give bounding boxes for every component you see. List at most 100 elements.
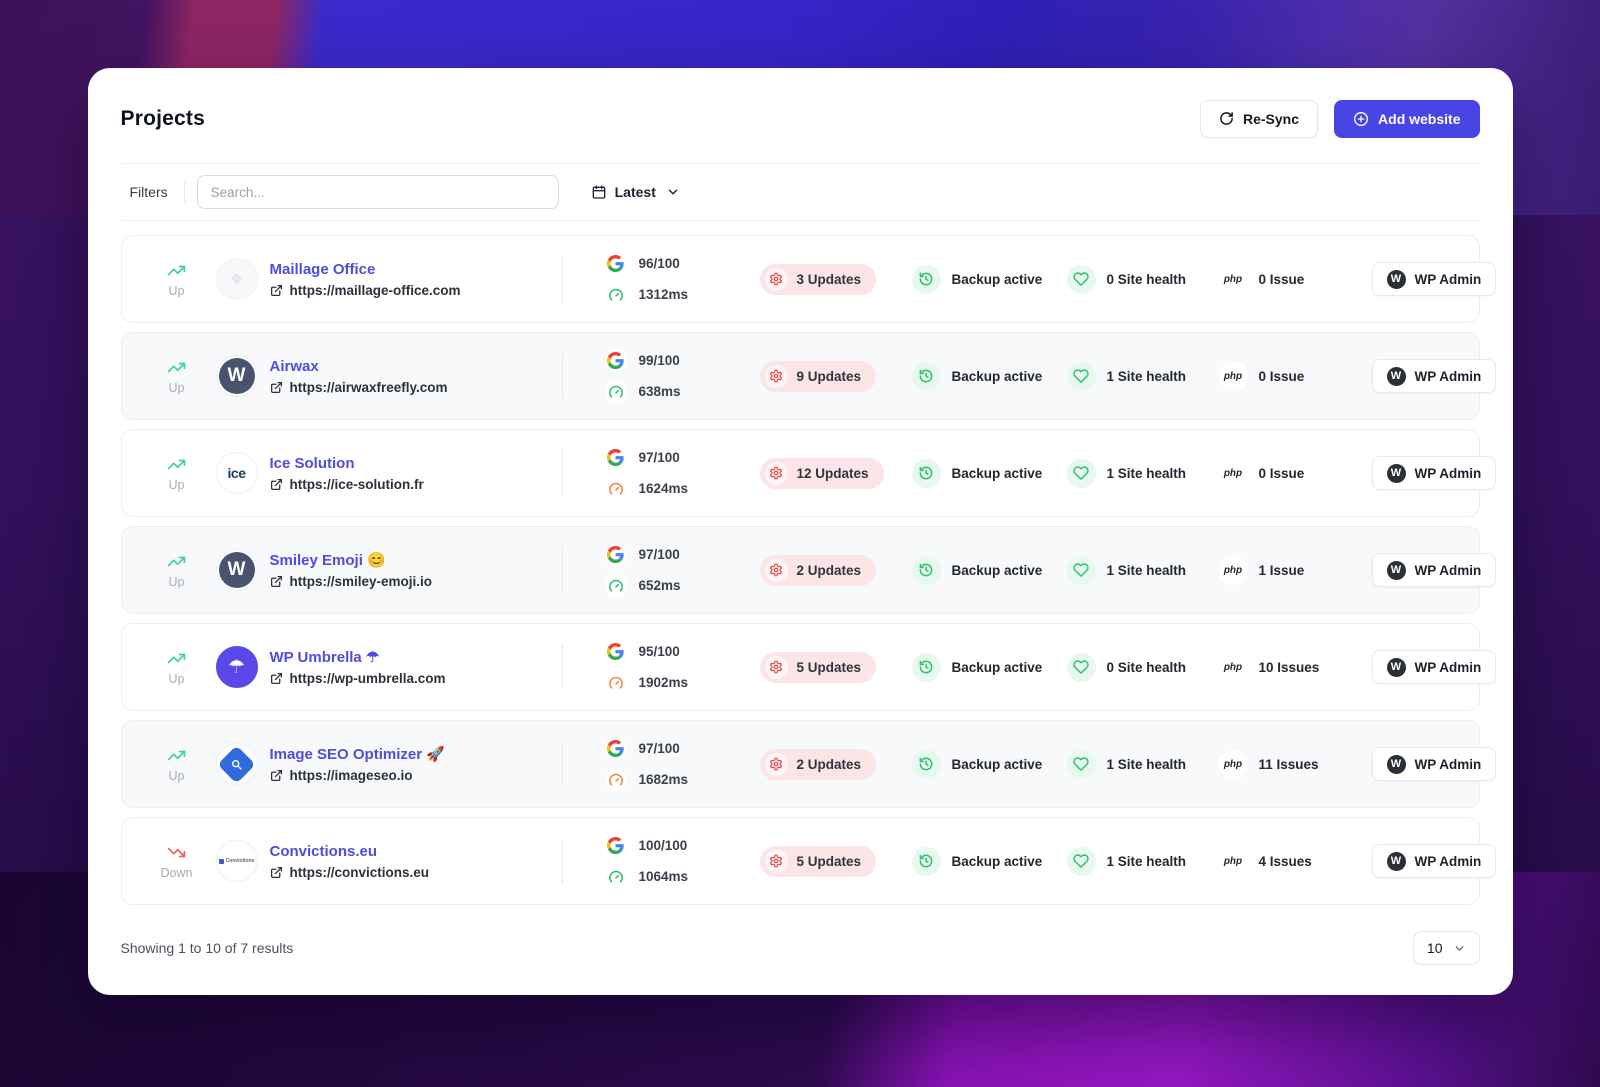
site-name-link[interactable]: Image SEO Optimizer 🚀 (270, 745, 562, 763)
updates-badge[interactable]: 9 Updates (759, 360, 877, 392)
admin-cell: W WP Admin (1371, 456, 1497, 490)
updates-badge[interactable]: 5 Updates (759, 845, 877, 877)
updates-badge[interactable]: 2 Updates (759, 554, 877, 586)
site-url-row: https://airwaxfreefly.com (270, 380, 562, 395)
updates-badge[interactable]: 5 Updates (759, 651, 877, 683)
site-name-link[interactable]: Smiley Emoji 😊 (270, 551, 562, 569)
row-divider (561, 741, 563, 787)
site-name-link[interactable]: Airwax (270, 358, 562, 375)
uptime-status: Up (154, 358, 200, 395)
page-size-select[interactable]: 10 (1412, 931, 1480, 965)
gear-icon (764, 655, 788, 679)
php-issues-cell: php 0 Issue (1218, 361, 1372, 391)
gear-icon (764, 364, 788, 388)
add-website-button[interactable]: Add website (1334, 99, 1480, 138)
project-row[interactable]: Up ❖ W ice ☂ ice Ice Solution https://ic… (120, 429, 1497, 517)
gear-icon (764, 752, 788, 776)
site-health-count: 1 Site health (1106, 756, 1187, 772)
pagespeed-metric: 96/100 (604, 252, 760, 275)
updates-cell: 5 Updates (759, 845, 912, 877)
site-name-link[interactable]: Ice Solution (270, 455, 562, 472)
site-identity: Ice Solution https://ice-solution.fr (270, 455, 562, 492)
site-url: https://convictions.eu (289, 864, 430, 880)
updates-count: 2 Updates (796, 562, 862, 578)
uptime-status-label: Up (168, 671, 185, 686)
row-divider (561, 256, 563, 302)
project-row[interactable]: Up ❖ W W ☂ W Airwax https://airwaxfreefl… (120, 332, 1497, 420)
backup-cell: Backup active (911, 264, 1067, 294)
wp-admin-button[interactable]: W WP Admin (1371, 456, 1497, 490)
php-icon: php (1218, 652, 1248, 682)
uptime-status: Down (154, 843, 200, 880)
pagespeed-score: 97/100 (638, 741, 680, 756)
pagespeed-score: 97/100 (638, 547, 680, 562)
site-name-link[interactable]: Maillage Office (270, 261, 562, 278)
resync-button[interactable]: Re-Sync (1200, 99, 1319, 138)
search-input[interactable] (196, 175, 559, 209)
site-name-link[interactable]: Convictions.eu (270, 843, 562, 860)
uptime-status-label: Up (168, 574, 185, 589)
results-summary: Showing 1 to 10 of 7 results (120, 940, 294, 956)
refresh-icon (1220, 112, 1233, 125)
wp-admin-button[interactable]: W WP Admin (1371, 262, 1497, 296)
project-row[interactable]: Up ❖ W ☂ Image SEO Optimizer 🚀 https://i… (120, 720, 1497, 808)
response-time-metric: 1902ms (604, 671, 760, 694)
updates-badge[interactable]: 3 Updates (759, 263, 877, 295)
project-row[interactable]: Up ❖ W ☂ ☂ ☂ WP Umbrella ☂ https://wp-um… (120, 623, 1497, 711)
site-favicon: ❖ W W ☂ W (215, 549, 258, 591)
heart-icon (1066, 458, 1096, 488)
site-url: https://wp-umbrella.com (289, 671, 446, 686)
wp-admin-button[interactable]: W WP Admin (1371, 553, 1497, 587)
performance-metrics: 99/100 638ms (604, 349, 760, 403)
backup-history-icon (911, 652, 941, 682)
backup-history-icon (911, 555, 941, 585)
wordpress-icon: W (1386, 851, 1406, 871)
wp-admin-button[interactable]: W WP Admin (1371, 650, 1497, 684)
site-url-row: https://convictions.eu (270, 865, 562, 880)
backup-status: Backup active (951, 368, 1043, 384)
filters-label[interactable]: Filters (121, 184, 176, 200)
site-health-count: 0 Site health (1106, 659, 1187, 675)
uptime-status-label: Down (160, 865, 193, 880)
updates-count: 9 Updates (796, 368, 862, 384)
site-health-count: 0 Site health (1106, 271, 1187, 287)
wp-admin-label: WP Admin (1414, 756, 1482, 772)
uptime-status-label: Up (168, 768, 185, 783)
site-identity: Airwax https://airwaxfreefly.com (270, 358, 562, 395)
gear-icon (764, 461, 788, 485)
project-row[interactable]: Up ❖ W W ☂ W Smiley Emoji 😊 https://smil… (120, 526, 1497, 614)
trend-up-icon (167, 459, 186, 469)
tiny-text-logo: Convictions (218, 858, 254, 864)
php-icon: php (1218, 264, 1248, 294)
response-time: 1312ms (638, 287, 689, 302)
wp-admin-button[interactable]: W WP Admin (1371, 359, 1497, 393)
external-link-icon (270, 478, 282, 490)
external-link-icon (270, 769, 282, 782)
response-time-metric: 1312ms (604, 283, 760, 306)
speedometer-icon (604, 380, 627, 403)
text-logo: ice (227, 465, 246, 481)
updates-badge[interactable]: 12 Updates (759, 457, 884, 489)
admin-cell: W WP Admin (1371, 650, 1497, 684)
wp-admin-button[interactable]: W WP Admin (1371, 747, 1497, 781)
updates-badge[interactable]: 2 Updates (759, 748, 877, 780)
response-time-metric: 1682ms (604, 768, 760, 791)
trend-up-icon (167, 653, 186, 663)
heart-icon (1066, 264, 1096, 294)
sort-dropdown[interactable]: Latest (591, 184, 680, 200)
filter-divider (183, 181, 185, 203)
php-issues-cell: php 1 Issue (1218, 555, 1372, 585)
project-row[interactable]: Up ❖ W Maillage ☂ Maillage Maillage Offi… (120, 235, 1497, 323)
uptime-status: Up (154, 552, 200, 589)
pagespeed-metric: 97/100 (604, 446, 760, 469)
updates-cell: 12 Updates (759, 457, 912, 489)
php-issues-count: 0 Issue (1258, 271, 1305, 287)
project-row[interactable]: Down ❖ W Convictions ☂ Convictions Convi… (120, 817, 1497, 905)
site-name-link[interactable]: WP Umbrella ☂ (270, 648, 562, 666)
site-url-row: https://smiley-emoji.io (270, 574, 562, 589)
wp-admin-button[interactable]: W WP Admin (1371, 844, 1497, 878)
site-url: https://maillage-office.com (289, 282, 461, 298)
site-url: https://airwaxfreefly.com (289, 379, 448, 395)
sort-label: Latest (614, 184, 656, 200)
backup-history-icon (911, 749, 941, 779)
